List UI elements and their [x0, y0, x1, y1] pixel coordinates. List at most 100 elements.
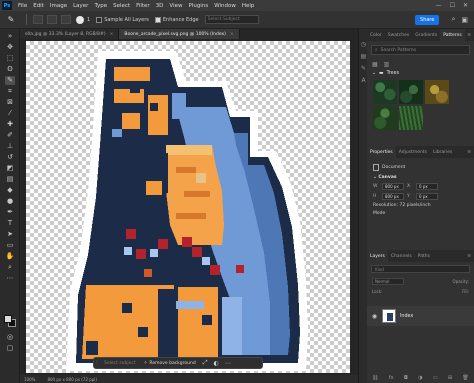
type-tool-icon[interactable]: T [5, 219, 15, 228]
tab-channels[interactable]: Channels [388, 250, 415, 262]
zoom-level[interactable]: 100% [24, 377, 35, 382]
menu-type[interactable]: Type [91, 3, 110, 9]
workspace-icon[interactable]: ▣ [461, 16, 468, 24]
enhance-edge-checkbox[interactable] [154, 16, 161, 23]
eyedropper-tool-icon[interactable]: ⁄ [5, 109, 15, 118]
menu-layer[interactable]: Layer [70, 3, 91, 9]
marquee-tool-icon[interactable]: ⬚ [5, 54, 15, 63]
tab-swatches[interactable]: Swatches [385, 29, 413, 41]
dodge-tool-icon[interactable]: ● [5, 197, 15, 206]
eye-icon[interactable]: ◉ [371, 313, 378, 320]
pattern-group-trees[interactable]: ⌄ ▬ Trees [367, 69, 474, 78]
menu-window[interactable]: Window [211, 3, 239, 9]
fx-icon[interactable]: fx [389, 375, 394, 383]
tab-paths[interactable]: Paths [415, 250, 433, 262]
search-icon[interactable]: ⌕ [451, 15, 455, 24]
pen-tool-icon[interactable]: ✒ [5, 208, 15, 217]
hand-tool-icon[interactable]: ✋ [5, 252, 15, 261]
chevron-down-icon[interactable]: ⌄ [372, 71, 376, 76]
document-canvas[interactable] [26, 41, 350, 373]
properties-icon[interactable]: ▤ [360, 53, 367, 60]
panel-menu-icon[interactable]: ≡ [467, 150, 474, 155]
tab-libraries[interactable]: Libraries [430, 146, 455, 158]
link-icon[interactable]: ⛓ [372, 375, 378, 383]
pattern-thumbnail[interactable] [399, 106, 423, 130]
canvas-workspace[interactable] [20, 39, 358, 375]
crop-tool-icon[interactable]: ⌗ [5, 87, 15, 96]
x-field[interactable]: 0 px [416, 183, 438, 190]
share-button[interactable]: Share [415, 14, 440, 25]
brush-icon[interactable]: ✎ [4, 14, 18, 26]
select-subject-button[interactable]: Select subject [100, 361, 140, 366]
tab-gradients[interactable]: Gradients [412, 29, 440, 41]
more-tools-icon[interactable]: ⋯ [5, 274, 15, 283]
grid-view-icon[interactable]: ▦ [372, 61, 378, 68]
adjustment-layer-icon[interactable]: ◑ [418, 375, 422, 383]
brush-settings-icon[interactable]: ✎ [360, 65, 367, 72]
add-selection-icon[interactable] [47, 15, 57, 24]
sample-all-layers-checkbox[interactable] [96, 16, 103, 23]
zoom-tool-icon[interactable]: ⌕ [5, 263, 15, 272]
menu-view[interactable]: View [166, 3, 185, 9]
close-icon[interactable]: × [110, 32, 114, 37]
collapse-icon[interactable]: » [5, 32, 15, 41]
layer-row-index[interactable]: ◉ Index [367, 306, 474, 326]
menu-filter[interactable]: Filter [133, 3, 153, 9]
subtract-selection-icon[interactable] [61, 15, 71, 24]
tab-boone[interactable]: Boone_arcade_pixel.svg.png @ 100% (Index… [119, 29, 240, 39]
blend-mode-select[interactable]: Normal [372, 278, 404, 285]
healing-brush-icon[interactable]: ✚ [5, 120, 15, 129]
y-field[interactable]: 0 px [416, 193, 438, 200]
panel-menu-icon[interactable]: ≡ [467, 254, 474, 259]
screen-mode-icon[interactable]: ▢ [5, 344, 15, 353]
menu-image[interactable]: Image [47, 3, 70, 9]
menu-select[interactable]: Select [110, 3, 133, 9]
more-options-icon[interactable]: ⋯ [222, 360, 234, 367]
menu-3d[interactable]: 3D [153, 3, 167, 9]
pattern-thumbnail[interactable] [373, 106, 397, 130]
frame-tool-icon[interactable]: ⊠ [5, 98, 15, 107]
close-button[interactable]: ✕ [463, 2, 468, 9]
minimize-button[interactable]: — [436, 2, 442, 9]
menu-plugins[interactable]: Plugins [185, 3, 211, 9]
pattern-thumbnail[interactable] [425, 80, 449, 104]
blur-tool-icon[interactable]: ◆ [5, 186, 15, 195]
trash-icon[interactable]: 🗑 [462, 375, 468, 383]
character-icon[interactable]: A [360, 77, 367, 84]
menu-edit[interactable]: Edit [30, 3, 47, 9]
tab-patterns[interactable]: Patterns [440, 29, 465, 41]
layer-filter-input[interactable]: Kind [371, 265, 470, 273]
close-icon[interactable]: × [230, 32, 234, 37]
group-icon[interactable]: ▭ [433, 375, 438, 383]
panel-menu-icon[interactable]: ≡ [467, 33, 474, 38]
remove-background-button[interactable]: ✧ Remove background [140, 361, 200, 366]
history-icon[interactable]: ◷ [360, 41, 367, 48]
menu-file[interactable]: File [15, 3, 30, 9]
eraser-tool-icon[interactable]: ◩ [5, 164, 15, 173]
tab-color[interactable]: Color [367, 29, 385, 41]
new-selection-icon[interactable] [33, 15, 43, 24]
path-selection-icon[interactable]: ➤ [5, 230, 15, 239]
move-tool-icon[interactable]: ✥ [5, 43, 15, 52]
new-layer-icon[interactable]: ⊞ [448, 375, 452, 383]
pattern-thumbnail[interactable] [399, 80, 423, 104]
patterns-search-input[interactable]: ⌕ Search Patterns [371, 45, 470, 55]
transform-icon[interactable]: ⤢ [200, 359, 211, 367]
history-brush-icon[interactable]: ↺ [5, 153, 15, 162]
mask-icon[interactable]: ◘ [404, 375, 408, 383]
list-view-icon[interactable]: ▥ [384, 61, 390, 68]
tab-adjustments[interactable]: Adjustments [396, 146, 430, 158]
rectangle-tool-icon[interactable]: ▭ [5, 241, 15, 250]
tab-ella[interactable]: ella.jpg @ 33.3% (Layer 8, RGB/8#) × [20, 29, 120, 39]
brush-tool-icon[interactable]: ✐ [5, 131, 15, 140]
gradient-tool-icon[interactable]: ▤ [5, 175, 15, 184]
maximize-button[interactable]: ☐ [450, 2, 455, 9]
select-subject-field[interactable]: Select Subject [204, 15, 259, 24]
height-field[interactable]: 800 px [382, 193, 404, 200]
menu-help[interactable]: Help [239, 3, 258, 9]
pattern-thumbnail[interactable] [373, 80, 397, 104]
tab-layers[interactable]: Layers [367, 250, 388, 262]
tab-properties[interactable]: Properties [367, 146, 396, 158]
width-field[interactable]: 800 px [382, 183, 404, 190]
clone-stamp-icon[interactable]: ⊥ [5, 142, 15, 151]
